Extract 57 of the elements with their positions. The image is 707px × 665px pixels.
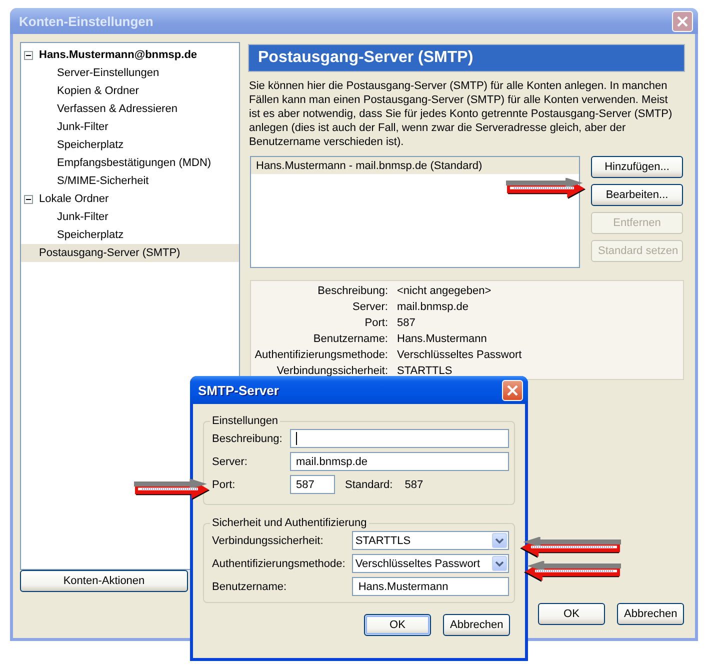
tree-item[interactable]: Speicherplatz bbox=[57, 229, 124, 241]
field-label: Port: bbox=[212, 478, 236, 490]
text-field[interactable] bbox=[290, 429, 509, 448]
detail-label: Port: bbox=[364, 316, 388, 331]
tree-item[interactable]: Speicherplatz bbox=[57, 139, 124, 151]
field-label: Authentifizierungsmethode: bbox=[212, 558, 346, 570]
detail-value: <nicht angegeben> bbox=[397, 284, 492, 299]
text-field[interactable]: 587 bbox=[290, 475, 335, 494]
close-icon bbox=[677, 16, 688, 26]
dropdown-field[interactable]: STARTTLS bbox=[352, 531, 509, 550]
field-label: Benutzername: bbox=[212, 580, 288, 592]
text-field[interactable]: Hans.Mustermann bbox=[352, 577, 509, 596]
text-field[interactable]: mail.bnmsp.de bbox=[290, 452, 509, 471]
close-icon bbox=[507, 384, 518, 396]
window-title: Konten-Einstellungen bbox=[19, 14, 154, 28]
tree-item[interactable]: Lokale Ordner bbox=[39, 193, 109, 205]
dialog-button[interactable]: Abbrechen bbox=[617, 603, 684, 625]
field-label: Verbindungssicherheit: bbox=[212, 534, 324, 546]
tree-item[interactable]: Hans.Mustermann@bnmsp.de bbox=[39, 49, 198, 61]
tree-item[interactable]: Junk-Filter bbox=[57, 121, 108, 133]
dropdown-field[interactable]: Verschlüsseltes Passwort bbox=[352, 554, 509, 573]
default-port-label: Standard: bbox=[345, 478, 393, 490]
detail-label: Beschreibung: bbox=[316, 284, 388, 299]
dialog-button[interactable]: OK bbox=[538, 603, 605, 625]
detail-label: Benutzername: bbox=[312, 332, 388, 347]
tree-item[interactable]: Server-Einstellungen bbox=[57, 67, 160, 79]
dialog-button[interactable]: Abbrechen bbox=[443, 614, 510, 636]
server-action-button[interactable]: Bearbeiten... bbox=[591, 184, 683, 206]
collapse-icon[interactable] bbox=[24, 194, 33, 204]
panel-header: Postausgang-Server (SMTP) bbox=[248, 44, 685, 72]
detail-value: STARTTLS bbox=[397, 364, 454, 379]
description-text: Sie können hier die Postausgang-Server (SMTP) für alle Konten anlegen. In manchen Fällen kann man einen Postausgang-Server (SMTP) für alle Konten verwenden. Meist ist es aber notwendig, dass Sie für jedes Konto getrennte Postausgang-Server (SMTP) anlegen (dies ist auch der Fall, wenn zwar die Serveradresse gleich, aber der Benutzername verschieden ist). bbox=[249, 79, 674, 149]
server-list[interactable]: Hans.Mustermann - mail.bnmsp.de (Standard) bbox=[250, 156, 580, 268]
field-label: Beschreibung: bbox=[212, 432, 284, 444]
account-actions-button[interactable]: Konten-Aktionen bbox=[20, 570, 188, 592]
tree-item[interactable]: Empfangsbestätigungen (MDN) bbox=[57, 157, 212, 169]
field-label: Server: bbox=[212, 456, 248, 468]
dialog-title: SMTP-Server bbox=[198, 382, 279, 398]
tree-item[interactable]: Kopien & Ordner bbox=[57, 85, 139, 97]
detail-value: Hans.Mustermann bbox=[397, 332, 488, 347]
tree-item[interactable]: S/MIME-Sicherheit bbox=[57, 175, 149, 187]
tree-item[interactable]: Junk-Filter bbox=[57, 211, 108, 223]
detail-value: Verschlüsseltes Passwort bbox=[397, 348, 523, 363]
detail-label: Server: bbox=[352, 300, 388, 315]
default-port-value: 587 bbox=[404, 478, 424, 490]
group-title: Sicherheit und Authentifizierung bbox=[211, 517, 368, 529]
close-button[interactable] bbox=[502, 380, 523, 400]
detail-label: Verbindungssicherheit: bbox=[276, 364, 388, 379]
server-action-button[interactable]: Hinzufügen... bbox=[591, 156, 683, 178]
dialog-button[interactable]: OK bbox=[364, 614, 431, 636]
collapse-icon[interactable] bbox=[24, 50, 33, 60]
tree-item[interactable]: Verfassen & Adressieren bbox=[57, 103, 178, 115]
group-title: Einstellungen bbox=[211, 415, 280, 427]
detail-label: Authentifizierungsmethode: bbox=[254, 348, 388, 363]
server-list-item[interactable]: Hans.Mustermann - mail.bnmsp.de (Standard) bbox=[251, 157, 579, 174]
detail-value: mail.bnmsp.de bbox=[397, 300, 470, 315]
detail-value: 587 bbox=[397, 316, 416, 331]
